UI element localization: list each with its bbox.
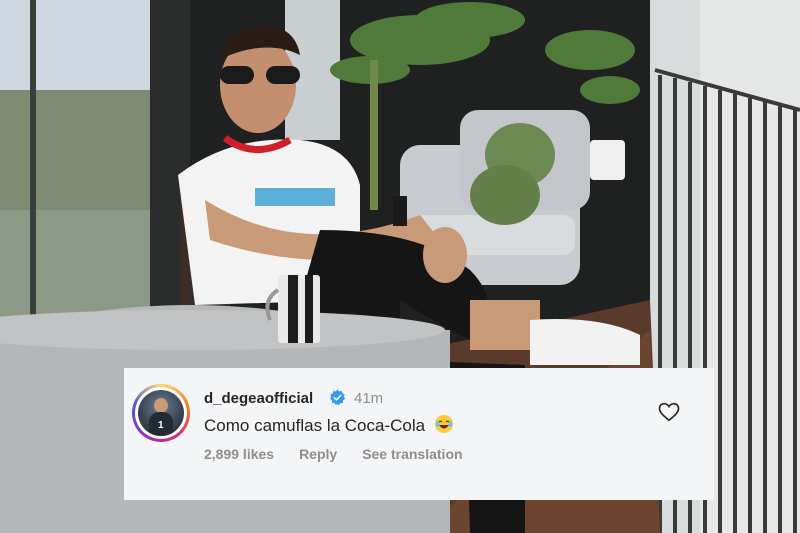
comment-username[interactable]: d_degeaofficial (204, 390, 313, 407)
comment-text: Como camuflas la Coca-Cola (204, 414, 454, 436)
reply-button[interactable]: Reply (299, 446, 337, 462)
avatar-photo: 1 (138, 390, 184, 436)
laughing-emoji-icon (434, 415, 453, 433)
see-translation-button[interactable]: See translation (362, 446, 462, 462)
avatar-jersey-number: 1 (158, 420, 164, 431)
verified-badge-icon (329, 389, 346, 406)
comment-likes[interactable]: 2,899 likes (204, 446, 274, 462)
comment-card: 1 d_degeaofficial 41m Como camuflas la C… (124, 368, 714, 500)
comment-text-body: Como camuflas la Coca-Cola (204, 416, 426, 435)
comment-time: 41m (354, 390, 384, 407)
avatar[interactable]: 1 (132, 384, 190, 442)
comment-meta: 2,899 likes Reply See translation (204, 446, 463, 462)
heart-icon[interactable] (658, 402, 680, 422)
